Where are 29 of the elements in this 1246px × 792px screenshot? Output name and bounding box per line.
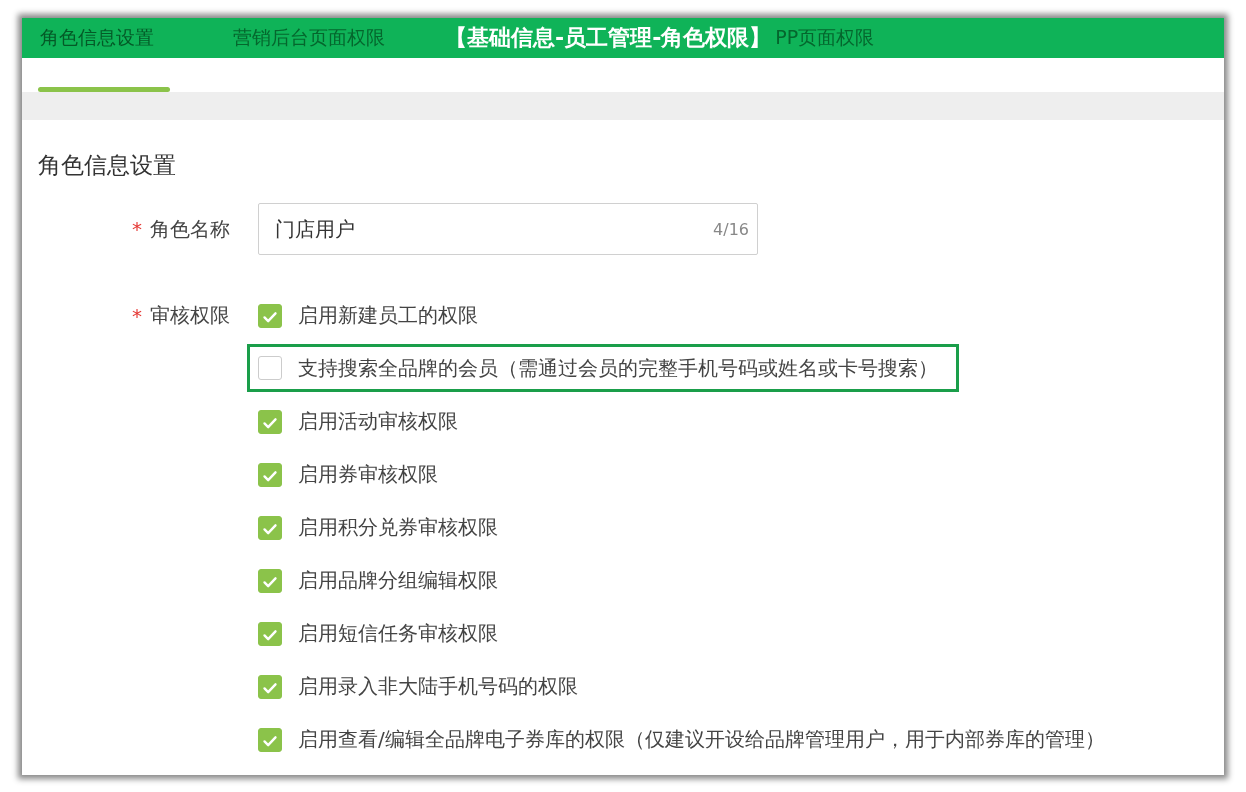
checkbox[interactable] (258, 462, 282, 487)
checkbox-label: 启用录入非大陆手机号码的权限 (298, 673, 578, 700)
tab[interactable]: 角色信息设置 (40, 25, 233, 51)
section-title: 角色信息设置 (38, 151, 177, 180)
checkbox-label: 启用新建员工的权限 (298, 302, 478, 329)
required-mark: * (132, 303, 142, 328)
checkbox[interactable] (258, 727, 282, 752)
checkbox[interactable] (258, 303, 282, 328)
checkbox-label: 启用品牌分组编辑权限 (298, 567, 498, 594)
checkbox-label: 支持搜索全品牌的会员（需通过会员的完整手机号码或姓名或卡号搜索） (298, 354, 938, 382)
required-mark: * (132, 217, 142, 241)
checkbox-label: 启用券审核权限 (298, 461, 438, 488)
checkbox-label: 启用积分兑券审核权限 (298, 514, 498, 541)
character-counter: 4/16 (713, 219, 749, 239)
field-label: 角色名称 (150, 215, 230, 243)
checkbox[interactable] (258, 409, 282, 434)
tab[interactable]: 营销后台页面权限 (233, 25, 445, 51)
banner-title: 【基础信息-员工管理-角色权限】 (445, 24, 772, 52)
checkbox-label: 启用短信任务审核权限 (298, 620, 498, 647)
checkbox-label: 启用活动审核权限 (298, 408, 458, 435)
checkbox[interactable] (258, 674, 282, 699)
field-label: 审核权限 (150, 302, 230, 329)
checkbox[interactable] (258, 568, 282, 593)
checkbox[interactable] (258, 621, 282, 646)
checkbox[interactable] (258, 356, 282, 380)
checkbox-label: 启用查看/编辑全品牌电子券库的权限（仅建议开设给品牌管理用户，用于内部券库的管理） (298, 726, 1105, 753)
role-name-field[interactable]: 门店用户 4/16 (258, 203, 758, 255)
tab[interactable]: PP页面权限 (775, 25, 875, 51)
checkbox[interactable] (258, 515, 282, 540)
